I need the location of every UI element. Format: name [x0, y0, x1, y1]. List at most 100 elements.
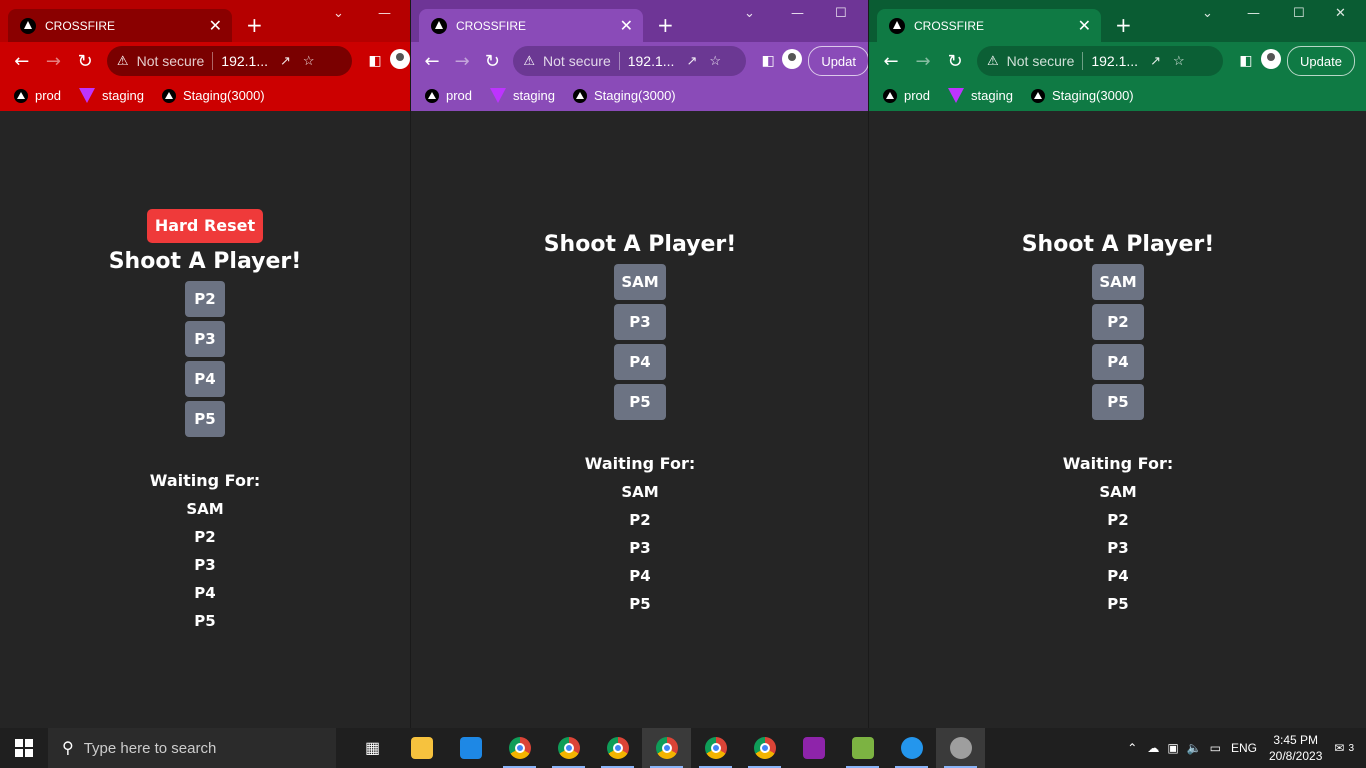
update-button[interactable]: Update — [1287, 46, 1355, 76]
maximize-icon[interactable]: ☐ — [835, 6, 847, 21]
taskbar-search[interactable]: ⚲ Type here to search — [48, 728, 336, 768]
shoot-button-p3[interactable]: P3 — [614, 304, 666, 340]
forward-icon[interactable]: → — [907, 51, 939, 72]
maximize-icon[interactable]: ☐ — [1293, 6, 1305, 21]
profile-avatar-icon[interactable] — [390, 49, 410, 73]
task-view-button[interactable]: ▦ — [348, 728, 397, 768]
taskbar-app-file-explorer[interactable] — [397, 728, 446, 768]
taskbar-app-docker[interactable] — [887, 728, 936, 768]
bookmark-staging-3000[interactable]: Staging(3000) — [1030, 88, 1134, 103]
reload-icon[interactable]: ↻ — [69, 51, 101, 72]
side-panel-icon[interactable]: ◧ — [360, 53, 390, 69]
tab-favicon-icon — [20, 17, 36, 34]
tab-search-icon[interactable]: ⌄ — [333, 6, 344, 21]
back-icon[interactable]: ← — [6, 51, 38, 72]
forward-icon[interactable]: → — [38, 51, 70, 72]
shoot-button-p4[interactable]: P4 — [1092, 344, 1144, 380]
chrome-icon — [508, 737, 531, 759]
bookmark-prod[interactable]: prod — [883, 88, 930, 103]
minimize-icon[interactable]: — — [791, 6, 804, 21]
minimize-icon[interactable]: — — [378, 6, 391, 21]
bookmark-staging-3000[interactable]: Staging(3000) — [161, 88, 265, 103]
shoot-button-p2[interactable]: P2 — [1092, 304, 1144, 340]
taskbar-app-chrome[interactable] — [495, 728, 544, 768]
shoot-button-p5[interactable]: P5 — [1092, 384, 1144, 420]
bookmark-label: prod — [904, 88, 931, 103]
bookmark-staging[interactable]: staging — [490, 88, 555, 103]
taskbar-app-chrome-profile-4[interactable] — [691, 728, 740, 768]
taskbar-app-sheet[interactable] — [838, 728, 887, 768]
shoot-button-p4[interactable]: P4 — [614, 344, 666, 380]
back-icon[interactable]: ← — [875, 51, 907, 72]
side-panel-icon[interactable]: ◧ — [1231, 53, 1261, 69]
cloud-icon[interactable]: ☁ — [1147, 741, 1159, 755]
tab-search-icon[interactable]: ⌄ — [744, 6, 755, 21]
bookmark-prod[interactable]: prod — [425, 88, 472, 103]
new-tab-icon[interactable]: + — [1115, 13, 1132, 37]
address-bar[interactable]: ⚠ Not secure 192.1... ↗ ☆ — [977, 46, 1223, 76]
address-bar[interactable]: ⚠ Not secure 192.1... ↗ ☆ — [106, 46, 353, 76]
chevron-up-icon[interactable]: ⌃ — [1127, 741, 1137, 755]
bookmark-star-icon[interactable]: ☆ — [303, 53, 315, 69]
language-indicator[interactable]: ENG — [1231, 741, 1257, 755]
tab-search-icon[interactable]: ⌄ — [1202, 6, 1213, 21]
page-content: Hard Reset Shoot A Player! P2 P3 P4 P5 Waiting… — [0, 111, 410, 728]
profile-avatar-icon[interactable] — [1261, 49, 1281, 73]
taskbar-app-paint[interactable] — [936, 728, 985, 768]
shoot-button-p5[interactable]: P5 — [185, 401, 225, 437]
speaker-icon[interactable]: 🔈 — [1187, 741, 1202, 755]
shoot-button-sam[interactable]: SAM — [614, 264, 666, 300]
bookmark-staging[interactable]: staging — [79, 88, 144, 103]
bookmark-star-icon[interactable]: ☆ — [1173, 53, 1185, 69]
tab-favicon-icon — [431, 17, 447, 34]
tab-title: CROSSFIRE — [456, 18, 527, 33]
tab-close-icon[interactable]: ✕ — [620, 16, 633, 35]
tab-close-icon[interactable]: ✕ — [1078, 16, 1091, 35]
taskbar-app-chrome-profile-5[interactable] — [740, 728, 789, 768]
shoot-button-p5[interactable]: P5 — [614, 384, 666, 420]
profile-avatar-icon[interactable] — [782, 49, 803, 73]
reload-icon[interactable]: ↻ — [477, 51, 507, 72]
docker-icon — [900, 737, 923, 759]
browser-tab[interactable]: CROSSFIRE ✕ — [8, 9, 232, 42]
taskbar-app-pdf[interactable] — [789, 728, 838, 768]
shoot-button-p4[interactable]: P4 — [185, 361, 225, 397]
back-icon[interactable]: ← — [417, 51, 447, 72]
side-panel-icon[interactable]: ◧ — [754, 53, 782, 69]
shoot-button-p3[interactable]: P3 — [185, 321, 225, 357]
new-tab-icon[interactable]: + — [246, 13, 263, 37]
close-icon[interactable]: ✕ — [1335, 6, 1346, 21]
update-button[interactable]: Updat — [808, 46, 869, 76]
browser-tab[interactable]: CROSSFIRE ✕ — [419, 9, 643, 42]
forward-icon[interactable]: → — [447, 51, 477, 72]
shoot-heading: Shoot A Player! — [108, 249, 302, 274]
bookmark-star-icon[interactable]: ☆ — [709, 53, 721, 69]
tab-close-icon[interactable]: ✕ — [209, 16, 222, 35]
bookmark-staging-3000[interactable]: Staging(3000) — [572, 88, 676, 103]
address-bar[interactable]: ⚠ Not secure 192.1... ↗ ☆ — [513, 46, 747, 76]
battery-icon[interactable]: ▭ — [1210, 741, 1221, 755]
browser-tab[interactable]: CROSSFIRE ✕ — [877, 9, 1101, 42]
start-button[interactable] — [0, 728, 48, 768]
new-tab-icon[interactable]: + — [657, 13, 674, 37]
share-icon[interactable]: ↗ — [280, 53, 291, 69]
taskbar-app-chrome-profile-2[interactable] — [593, 728, 642, 768]
notification-icon[interactable]: ✉ — [1334, 741, 1344, 755]
hard-reset-button[interactable]: Hard Reset — [146, 209, 264, 243]
minimize-icon[interactable]: — — [1247, 6, 1260, 21]
shoot-button-p2[interactable]: P2 — [185, 281, 225, 317]
bookmark-label: staging — [971, 88, 1013, 103]
taskbar-app-chrome-profile-1[interactable] — [544, 728, 593, 768]
share-icon[interactable]: ↗ — [1150, 53, 1161, 69]
bookmark-staging[interactable]: staging — [948, 88, 1013, 103]
shoot-button-sam[interactable]: SAM — [1092, 264, 1144, 300]
taskbar-app-chrome-profile-3[interactable] — [642, 728, 691, 768]
clock[interactable]: 3:45 PM 20/8/2023 — [1269, 732, 1322, 764]
app-tray-icon[interactable]: ▣ — [1167, 741, 1178, 755]
browser-chrome: CROSSFIRE ✕ + ⌄ — ☐ ✕ ← → ↻ ⚠ Not secure 192.1... ↗ ☆ ◧… — [869, 0, 1366, 111]
share-icon[interactable]: ↗ — [686, 53, 697, 69]
reload-icon[interactable]: ↻ — [939, 51, 971, 72]
taskbar-app-vscode[interactable] — [446, 728, 495, 768]
warning-icon: ⚠ — [987, 53, 999, 68]
bookmark-prod[interactable]: prod — [14, 88, 61, 103]
